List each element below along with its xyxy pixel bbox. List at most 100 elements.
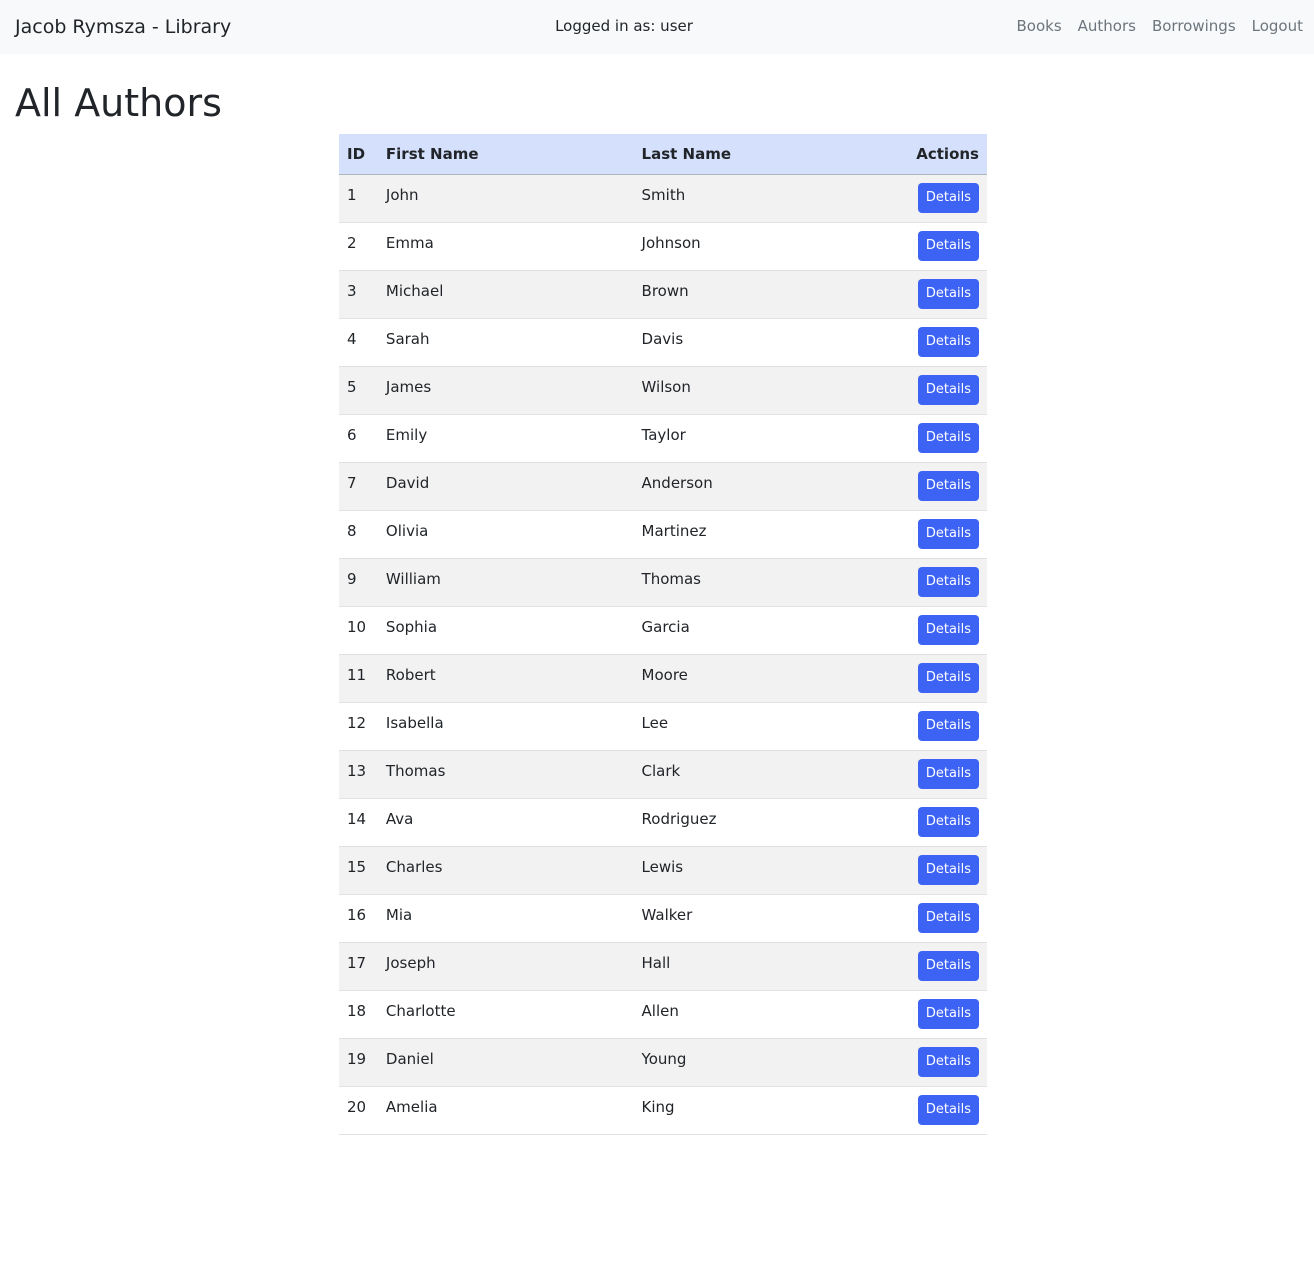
- last-name-cell: Wilson: [633, 366, 890, 415]
- first-name-cell: Emma: [377, 222, 634, 271]
- actions-cell: Details: [889, 366, 987, 415]
- author-last-name: Young: [641, 1050, 687, 1068]
- column-header-actions: Actions: [889, 134, 987, 175]
- details-button[interactable]: Details: [917, 615, 979, 645]
- author-first-name: Joseph: [385, 954, 436, 972]
- last-name-cell: Taylor: [633, 414, 890, 463]
- last-name-cell: Anderson: [633, 462, 890, 511]
- details-button[interactable]: Details: [917, 1095, 979, 1125]
- author-id: 1: [347, 186, 357, 204]
- nav-links: Books Authors Borrowings Logout: [1000, 16, 1303, 36]
- first-name-cell: Daniel: [377, 1038, 634, 1087]
- actions-cell: Details: [889, 1038, 987, 1087]
- column-header-first-name: First Name: [377, 134, 634, 175]
- actions-cell: Details: [889, 414, 987, 463]
- author-first-name: Robert: [385, 666, 436, 684]
- table-row: 18 Charlotte Allen Details: [339, 990, 987, 1039]
- details-button[interactable]: Details: [917, 375, 979, 405]
- author-last-name: Allen: [641, 1002, 679, 1020]
- nav-link-authors[interactable]: Authors: [1078, 16, 1136, 36]
- author-id: 8: [347, 522, 357, 540]
- details-button[interactable]: Details: [917, 519, 979, 549]
- details-button[interactable]: Details: [917, 1047, 979, 1077]
- details-button[interactable]: Details: [917, 759, 979, 789]
- details-button[interactable]: Details: [917, 327, 979, 357]
- details-button[interactable]: Details: [917, 183, 979, 213]
- details-button[interactable]: Details: [917, 471, 979, 501]
- last-name-cell: Allen: [633, 990, 890, 1039]
- author-last-name: Walker: [641, 906, 693, 924]
- author-last-name: Brown: [641, 282, 689, 300]
- actions-cell: Details: [889, 942, 987, 991]
- first-name-cell: Joseph: [377, 942, 634, 991]
- author-first-name: Charlotte: [385, 1002, 456, 1020]
- last-name-cell: Young: [633, 1038, 890, 1087]
- first-name-cell: Olivia: [377, 510, 634, 559]
- details-button[interactable]: Details: [917, 807, 979, 837]
- author-id-cell: 5: [339, 366, 378, 415]
- actions-cell: Details: [889, 270, 987, 319]
- table-header-row: ID First Name Last Name Actions: [339, 134, 987, 175]
- table-row: 17 Joseph Hall Details: [339, 942, 987, 991]
- table-row: 6 Emily Taylor Details: [339, 414, 987, 463]
- table-row: 1 John Smith Details: [339, 174, 987, 223]
- author-first-name: Amelia: [385, 1098, 438, 1116]
- details-button[interactable]: Details: [917, 567, 979, 597]
- author-id: 4: [347, 330, 357, 348]
- author-id: 3: [347, 282, 357, 300]
- actions-cell: Details: [889, 222, 987, 271]
- last-name-cell: Hall: [633, 942, 890, 991]
- details-button[interactable]: Details: [917, 903, 979, 933]
- author-id-cell: 8: [339, 510, 378, 559]
- actions-cell: Details: [889, 606, 987, 655]
- author-first-name: Isabella: [385, 714, 444, 732]
- author-id: 15: [347, 858, 367, 876]
- nav-link-books[interactable]: Books: [1016, 16, 1061, 36]
- details-button[interactable]: Details: [917, 423, 979, 453]
- author-last-name: Clark: [641, 762, 681, 780]
- actions-cell: Details: [889, 750, 987, 799]
- author-id: 18: [347, 1002, 367, 1020]
- first-name-cell: Robert: [377, 654, 634, 703]
- author-first-name: Olivia: [385, 522, 429, 540]
- column-header-last-name: Last Name: [633, 134, 890, 175]
- first-name-cell: James: [377, 366, 634, 415]
- details-button[interactable]: Details: [917, 231, 979, 261]
- first-name-cell: William: [377, 558, 634, 607]
- first-name-cell: Isabella: [377, 702, 634, 751]
- details-button[interactable]: Details: [917, 663, 979, 693]
- author-first-name: David: [385, 474, 430, 492]
- first-name-cell: Sarah: [377, 318, 634, 367]
- table-row: 12 Isabella Lee Details: [339, 702, 987, 751]
- author-first-name: Sarah: [385, 330, 430, 348]
- author-id-cell: 6: [339, 414, 378, 463]
- first-name-cell: Ava: [377, 798, 634, 847]
- details-button[interactable]: Details: [917, 951, 979, 981]
- actions-cell: Details: [889, 462, 987, 511]
- last-name-cell: Smith: [633, 174, 890, 223]
- last-name-cell: Lee: [633, 702, 890, 751]
- author-id-cell: 14: [339, 798, 378, 847]
- actions-cell: Details: [889, 702, 987, 751]
- author-id: 11: [347, 666, 367, 684]
- author-id: 7: [347, 474, 357, 492]
- author-last-name: Smith: [641, 186, 686, 204]
- author-last-name: Taylor: [641, 426, 686, 444]
- author-id-cell: 3: [339, 270, 378, 319]
- details-button[interactable]: Details: [917, 279, 979, 309]
- details-button[interactable]: Details: [917, 855, 979, 885]
- author-id-cell: 10: [339, 606, 378, 655]
- actions-cell: Details: [889, 174, 987, 223]
- details-button[interactable]: Details: [917, 711, 979, 741]
- author-first-name: Thomas: [385, 762, 446, 780]
- author-id-cell: 17: [339, 942, 378, 991]
- author-first-name: Michael: [385, 282, 444, 300]
- author-first-name: Charles: [385, 858, 443, 876]
- author-first-name: Sophia: [385, 618, 438, 636]
- nav-link-borrowings[interactable]: Borrowings: [1152, 16, 1236, 36]
- nav-link-logout[interactable]: Logout: [1252, 16, 1303, 36]
- details-button[interactable]: Details: [917, 999, 979, 1029]
- table-row: 10 Sophia Garcia Details: [339, 606, 987, 655]
- author-last-name: Hall: [641, 954, 671, 972]
- author-last-name: Rodriguez: [641, 810, 717, 828]
